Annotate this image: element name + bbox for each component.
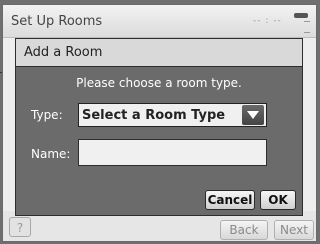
background-titlebar: Set Up Rooms -- : --	[3, 5, 316, 38]
room-type-select-value: Select a Room Type	[82, 108, 226, 123]
dialog-instruction: Please choose a room type.	[76, 76, 242, 90]
help-button[interactable]: ?	[9, 217, 31, 237]
dialog-header: Add a Room	[16, 39, 302, 67]
add-room-dialog: Add a Room Please choose a room type. Ty…	[15, 38, 303, 216]
status-dashes: -- : --	[253, 16, 282, 26]
dropdown-arrow-button[interactable]	[242, 105, 264, 125]
type-label: Type:	[31, 108, 63, 122]
next-button[interactable]: Next	[274, 220, 314, 240]
toggle-icon[interactable]	[294, 13, 308, 18]
room-name-field[interactable]	[78, 139, 267, 166]
background-window-title: Set Up Rooms	[11, 14, 103, 29]
room-type-select[interactable]: Select a Room Type	[78, 103, 267, 127]
dialog-title: Add a Room	[24, 45, 103, 60]
name-label: Name:	[31, 147, 71, 161]
triangle-down-icon	[247, 111, 259, 119]
menu-lines-icon[interactable]	[304, 21, 310, 33]
cancel-button[interactable]: Cancel	[205, 190, 255, 210]
back-button[interactable]: Back	[220, 220, 268, 240]
ok-button[interactable]: OK	[260, 190, 296, 210]
